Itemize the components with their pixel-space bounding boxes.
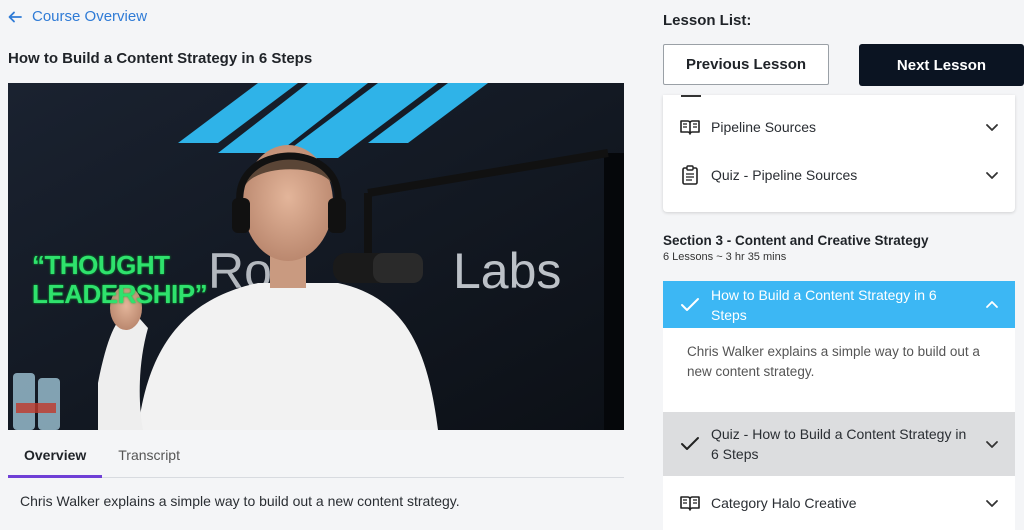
lesson-item-label: How to Build a Content Strategy in 6 Ste… [711,286,937,323]
video-caption-overlay: “THOUGHT LEADERSHIP” [32,250,208,309]
lesson-item-active[interactable]: How to Build a Content Strategy in 6 Ste… [663,281,1015,328]
arrow-left-icon [8,11,22,22]
back-to-course-overview-link[interactable]: Course Overview [8,8,147,25]
section-title: Section 3 - Content and Creative Strateg… [663,233,929,248]
clipped-row-edge [663,95,1015,103]
video-player[interactable]: Ro Labs “THOUGHT LEADERSHIP” [8,83,624,430]
lesson-item-label: Quiz - How to Build a Content Strategy i… [711,426,967,462]
chevron-up-icon [986,300,998,308]
clipboard-icon [682,165,698,185]
checkmark-icon [681,437,699,450]
chevron-down-icon [986,500,998,507]
previous-section-lessons: Pipeline Sources Quiz - Pipeline Sources [663,95,1015,212]
lesson-item-label: Quiz - Pipeline Sources [711,167,858,183]
previous-lesson-button[interactable]: Previous Lesson [663,44,829,85]
next-lesson-button[interactable]: Next Lesson [859,44,1024,86]
lesson-title: How to Build a Content Strategy in 6 Ste… [8,50,313,67]
lesson-item-quiz-pipeline-sources[interactable]: Quiz - Pipeline Sources [663,151,1015,199]
checkmark-icon [681,297,699,311]
active-lesson-description: Chris Walker explains a simple way to bu… [663,328,1015,412]
chevron-down-icon [986,172,998,179]
lesson-item-label: Category Halo Creative [711,495,857,511]
lesson-item-category-halo-creative[interactable]: Category Halo Creative [663,476,1015,530]
section-meta: 6 Lessons ~ 3 hr 35 mins [663,251,787,263]
overview-text: Chris Walker explains a simple way to bu… [20,493,460,509]
tab-transcript[interactable]: Transcript [102,440,196,478]
tab-overview[interactable]: Overview [8,440,103,478]
lesson-list-heading: Lesson List: [663,12,752,29]
book-icon [680,120,700,135]
overlay-line-2: LEADERSHIP” [32,279,208,309]
lesson-list-panel: Lesson List: Previous Lesson Next Lesson… [663,0,1024,530]
lesson-tabs: Overview Transcript [8,440,624,478]
lesson-item-quiz-content-strategy[interactable]: Quiz - How to Build a Content Strategy i… [663,412,1015,476]
video-brand-text: Labs [453,243,561,299]
chevron-down-icon [986,441,998,448]
overlay-line-1: “THOUGHT [32,250,170,280]
book-icon [680,496,700,511]
chevron-down-icon [986,124,998,131]
lesson-item-pipeline-sources[interactable]: Pipeline Sources [663,103,1015,151]
back-link-label: Course Overview [32,8,148,25]
lesson-item-label: Pipeline Sources [711,119,817,135]
